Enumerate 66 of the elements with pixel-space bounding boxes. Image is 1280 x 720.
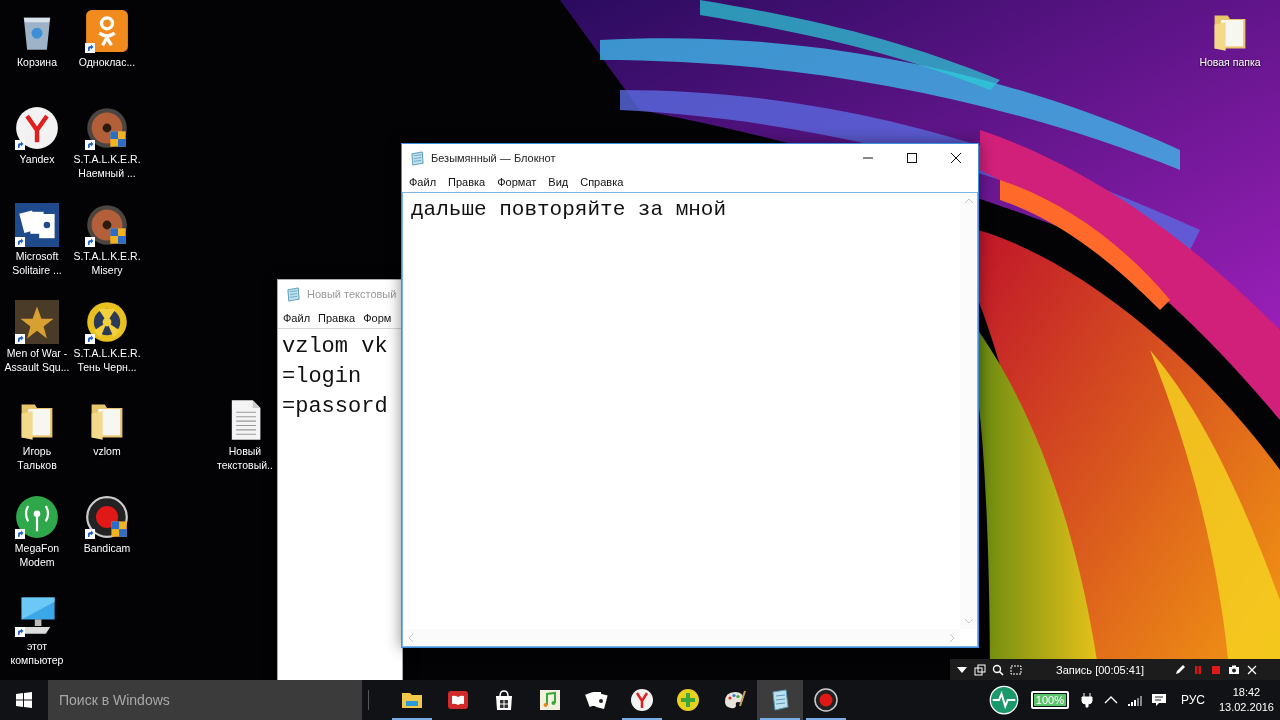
windows-logo-icon: [16, 692, 32, 708]
text-line: дальше повторяйте за мной: [411, 197, 727, 223]
antenna-icon[interactable]: [15, 495, 59, 539]
plus-icon: [676, 688, 700, 712]
playing-cards-icon[interactable]: [15, 203, 59, 247]
icon-label[interactable]: S.T.A.L.K.E.R. Тень Черн...: [73, 346, 141, 374]
radiation-icon[interactable]: [85, 300, 129, 344]
language-indicator[interactable]: РУС: [1180, 693, 1205, 707]
menu-item[interactable]: Правка: [314, 312, 360, 324]
recording-status: Запись [00:05:41]: [1056, 663, 1145, 676]
music-note-icon: [538, 688, 562, 712]
icon-label[interactable]: Новая папка: [1199, 55, 1261, 69]
app-logo-icon[interactable]: [85, 9, 129, 53]
window-title: Новый текстовый: [307, 288, 397, 300]
maximize-icon: [907, 153, 917, 163]
pencil-icon[interactable]: [1174, 663, 1187, 676]
windows-icon[interactable]: [974, 663, 986, 676]
pulse-icon[interactable]: [988, 685, 1019, 715]
icon-label[interactable]: Yandex: [19, 152, 55, 166]
text-area[interactable]: дальше повторяйте за мной: [402, 192, 978, 647]
clock-date: 13.02.2016: [1218, 700, 1274, 715]
menu-item[interactable]: Формат: [491, 176, 543, 188]
notification-icon[interactable]: [1150, 692, 1167, 708]
icon-label[interactable]: S.T.A.L.K.E.R. Misery: [73, 249, 141, 277]
close-icon: [951, 153, 961, 163]
icon-label[interactable]: Men of War - Assault Squ...: [3, 346, 71, 374]
notepad-icon: [410, 150, 425, 166]
menu-item[interactable]: Файл: [279, 312, 315, 324]
menu-item[interactable]: Правка: [442, 176, 492, 188]
notepad-icon: [286, 286, 301, 302]
menu-item[interactable]: Файл: [403, 176, 443, 188]
icon-label[interactable]: vzlom: [93, 444, 121, 458]
menu-item[interactable]: Справка: [574, 176, 630, 188]
icon-label[interactable]: Bandicam: [83, 541, 131, 555]
clock-time: 18:42: [1232, 685, 1261, 700]
icon-label[interactable]: S.T.A.L.K.E.R. Наемный ...: [73, 152, 141, 180]
camera-icon[interactable]: [1228, 663, 1241, 676]
record-icon: [814, 688, 838, 712]
icon-label[interactable]: Корзина: [17, 55, 57, 69]
icon-label[interactable]: Новый текстовый..: [211, 444, 279, 472]
menu-item[interactable]: Форм: [359, 312, 396, 324]
taskbar-button[interactable]: [757, 680, 803, 720]
clock[interactable]: 18:42 13.02.2016: [1218, 685, 1274, 715]
icon-label[interactable]: Одноклас...: [78, 55, 136, 69]
search-icon[interactable]: [992, 663, 1004, 676]
icon-label[interactable]: этот компьютер: [3, 639, 71, 667]
stop-icon[interactable]: [1210, 663, 1223, 676]
icon-label[interactable]: Игорь Тальков: [3, 444, 71, 472]
screen-area-icon[interactable]: [1010, 663, 1022, 676]
book-icon: [446, 688, 470, 712]
window-title: Безымянный — Блокнот: [431, 152, 556, 164]
menu-item[interactable]: Вид: [542, 176, 575, 188]
icon-label[interactable]: MegaFon Modem: [3, 541, 71, 569]
text-line: =login: [282, 363, 362, 391]
plug-icon[interactable]: [1078, 692, 1095, 708]
star-medal-icon[interactable]: [15, 300, 59, 344]
search-field[interactable]: Поиск в Windows: [48, 680, 362, 720]
icon-label[interactable]: Microsoft Solitaire ...: [3, 249, 71, 277]
y-logo-icon: [630, 688, 654, 712]
y-logo-icon[interactable]: [15, 106, 59, 150]
text-line: vzlom vk: [282, 333, 388, 361]
record-icon[interactable]: [85, 495, 129, 539]
text-line: =passord: [282, 393, 388, 421]
radiation-icon[interactable]: [85, 203, 129, 247]
radiation-icon[interactable]: [85, 106, 129, 150]
close-icon[interactable]: [1246, 663, 1259, 676]
